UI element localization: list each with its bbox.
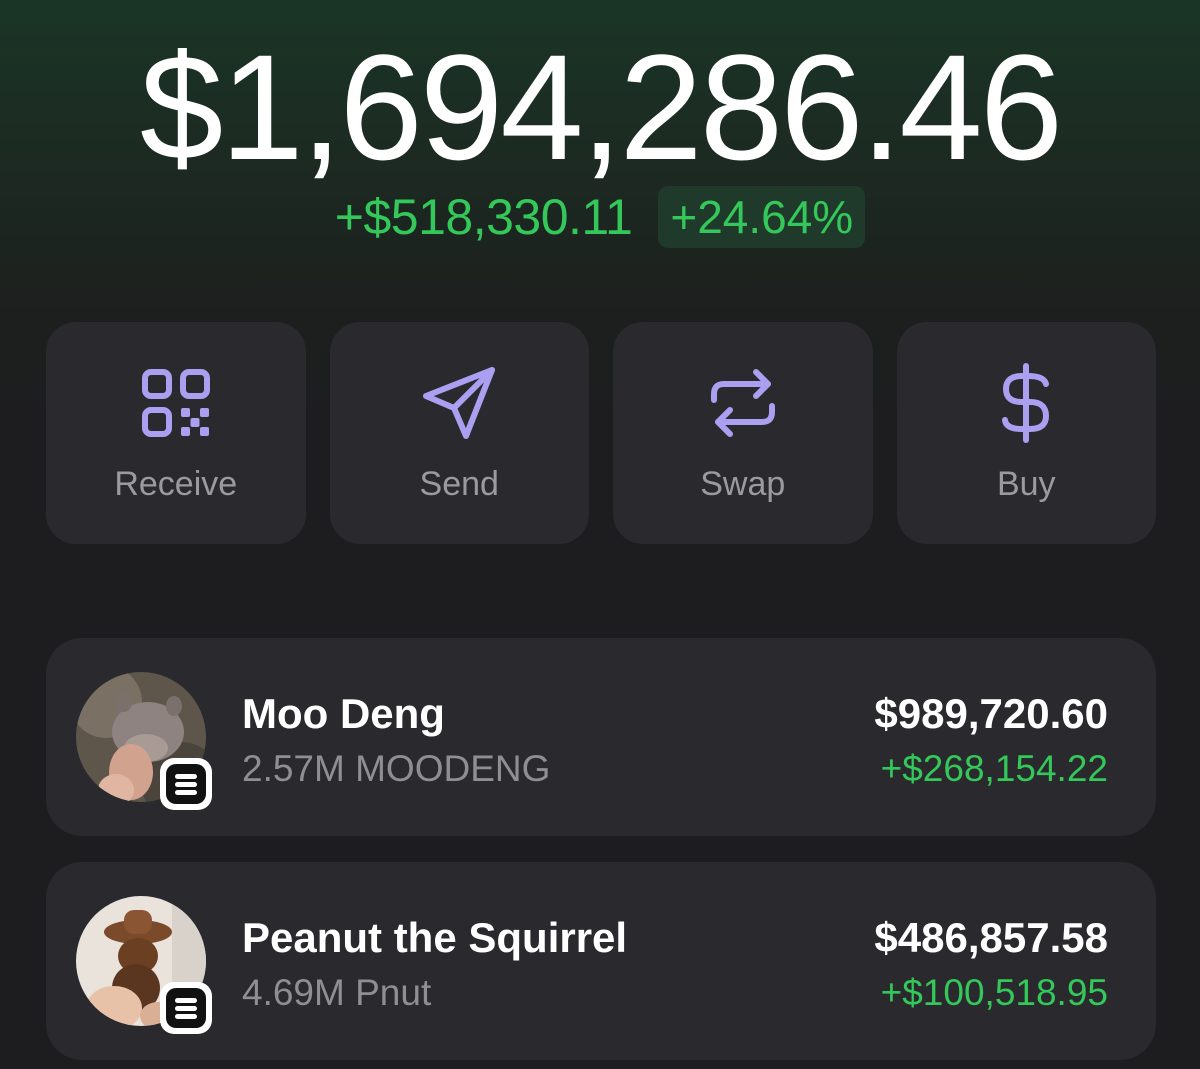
dollar-icon — [986, 362, 1066, 443]
qr-code-icon — [136, 363, 216, 443]
buy-label: Buy — [996, 464, 1056, 503]
send-label: Send — [419, 464, 499, 503]
receive-label: Receive — [114, 464, 238, 503]
token-value: $989,720.60 — [874, 690, 1108, 737]
token-change: +$268,154.22 — [880, 748, 1108, 789]
receive-button[interactable]: Receive — [46, 322, 306, 544]
balance-change-amount: +$518,330.11 — [334, 189, 633, 245]
solana-badge-icon — [160, 758, 212, 810]
token-value: $486,857.58 — [874, 914, 1108, 961]
balance-change-percent-badge: +24.64% — [658, 186, 866, 248]
token-row-moodeng[interactable]: Moo Deng 2.57M MOODENG $989,720.60 +$268… — [46, 638, 1156, 836]
swap-icon — [703, 363, 783, 443]
buy-button[interactable]: Buy — [896, 322, 1156, 544]
swap-label: Swap — [700, 464, 786, 503]
solana-badge-icon — [160, 982, 212, 1034]
send-icon — [419, 363, 499, 443]
swap-button[interactable]: Swap — [613, 322, 873, 544]
total-balance: $1,694,286.46 — [139, 23, 1063, 191]
send-button[interactable]: Send — [329, 322, 589, 544]
token-name: Peanut the Squirrel — [242, 914, 628, 961]
token-amount: 4.69M Pnut — [242, 972, 432, 1013]
token-row-pnut[interactable]: Peanut the Squirrel 4.69M Pnut $486,857.… — [46, 862, 1156, 1060]
balance-change-row: +$518,330.11 +24.64% — [0, 186, 1200, 248]
token-change: +$100,518.95 — [880, 972, 1108, 1013]
wallet-home-screen: $1,694,286.46 +$518,330.11 +24.64% Recei… — [0, 0, 1200, 1069]
token-amount: 2.57M MOODENG — [242, 748, 551, 789]
token-name: Moo Deng — [242, 690, 445, 737]
quick-actions: Receive Send Swap Buy — [46, 322, 1156, 544]
